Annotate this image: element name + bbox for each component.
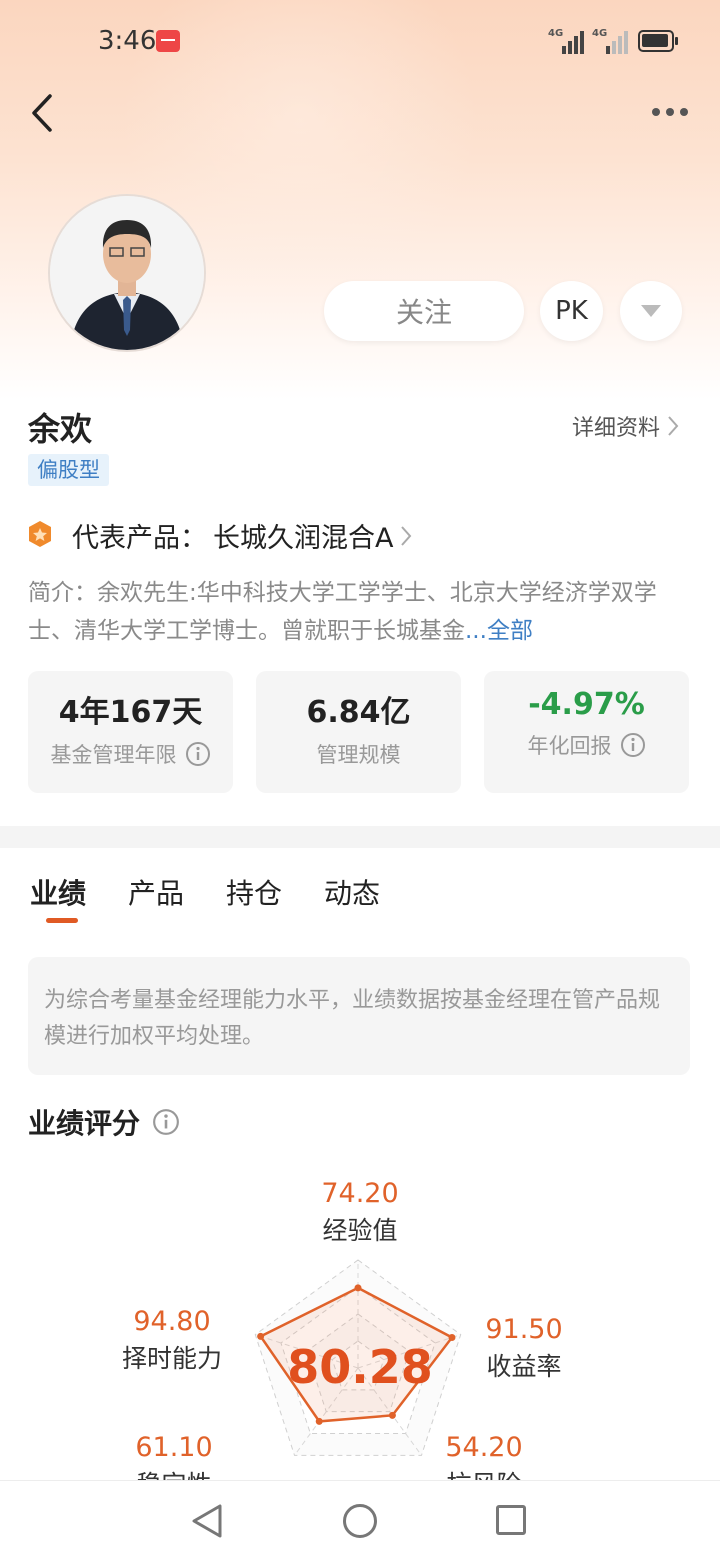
radar-name: 收益率 xyxy=(486,1352,562,1381)
total-score: 80.28 xyxy=(287,1340,433,1394)
tab-bar: 业绩 产品 持仓 动态 xyxy=(30,872,380,912)
tab-products[interactable]: 产品 xyxy=(128,872,184,912)
nav-home-icon[interactable] xyxy=(343,1504,377,1538)
status-time: 3:46 xyxy=(98,26,157,56)
radar-name: 抗风险 xyxy=(414,1465,554,1480)
chevron-right-icon xyxy=(401,525,412,546)
active-tab-indicator xyxy=(46,918,78,923)
signal-icon-2: 4G xyxy=(592,28,628,54)
intro-body: 简介：余欢先生:华中科技大学工学学士、北京大学经济学双学士、清华大学工学博士。曾… xyxy=(28,580,657,644)
battery-icon xyxy=(638,30,678,52)
radar-value: 54.20 xyxy=(445,1432,523,1463)
more-icon[interactable] xyxy=(650,102,690,122)
stat-card-tenure: 4年167天 基金管理年限 xyxy=(28,671,233,793)
intro-ellipsis: ... xyxy=(465,618,487,644)
detail-link-label: 详细资料 xyxy=(572,416,661,441)
radar-value: 74.20 xyxy=(321,1178,399,1209)
stat-card-return: -4.97% 年化回报 xyxy=(484,671,689,793)
stat-label: 管理规模 xyxy=(316,743,401,767)
medal-icon xyxy=(28,520,52,548)
score-title-label: 业绩评分 xyxy=(28,1107,141,1140)
representative-product-name: 长城久润混合A xyxy=(213,523,394,554)
radar-point xyxy=(315,1417,323,1425)
radar-value: 91.50 xyxy=(485,1314,563,1345)
score-title: 业绩评分 xyxy=(28,1102,180,1142)
radar-name: 稳定性 xyxy=(104,1465,244,1480)
tab-news[interactable]: 动态 xyxy=(324,872,380,912)
fund-type-tag: 偏股型 xyxy=(28,454,109,486)
radar-label-timing: 94.80 择时能力 xyxy=(102,1306,242,1375)
info-icon[interactable] xyxy=(620,732,646,758)
back-icon[interactable] xyxy=(28,92,58,134)
radar-point xyxy=(257,1332,265,1340)
stat-label: 基金管理年限 xyxy=(50,743,177,767)
radar-label-return: 91.50 收益率 xyxy=(454,1314,594,1383)
signal-icon: 4G xyxy=(548,28,584,54)
section-divider xyxy=(0,826,720,848)
radar-label-stability: 61.10 稳定性 xyxy=(104,1432,244,1480)
follow-button[interactable]: 关注 xyxy=(324,281,524,341)
intro-text: 简介：余欢先生:华中科技大学工学学士、北京大学经济学双学士、清华大学工学博士。曾… xyxy=(28,574,692,650)
representative-product[interactable]: 代表产品： 长城久润混合A xyxy=(72,516,413,555)
dropdown-button[interactable] xyxy=(620,281,682,341)
avatar xyxy=(48,194,206,352)
system-nav-bar xyxy=(0,1480,720,1560)
representative-prefix: 代表产品： xyxy=(72,523,207,554)
stat-card-scale: 6.84亿 管理规模 xyxy=(256,671,461,793)
pk-button[interactable]: PK xyxy=(540,281,603,341)
stat-value: 6.84亿 xyxy=(306,695,411,730)
radar-name: 择时能力 xyxy=(121,1344,222,1373)
chevron-down-icon xyxy=(641,305,661,317)
info-icon[interactable] xyxy=(152,1108,180,1136)
detail-link[interactable]: 详细资料 xyxy=(572,410,680,442)
notice-box: 为综合考量基金经理能力水平，业绩数据按基金经理在管产品规模进行加权平均处理。 xyxy=(28,957,690,1075)
manager-name: 余欢 xyxy=(28,410,93,448)
radar-point xyxy=(388,1411,396,1419)
radar-label-risk: 54.20 抗风险 xyxy=(414,1432,554,1480)
radar-value: 94.80 xyxy=(133,1306,211,1337)
radar-name: 经验值 xyxy=(322,1216,398,1245)
stat-label: 年化回报 xyxy=(527,734,612,758)
radar-point xyxy=(354,1284,362,1292)
intro-more-link[interactable]: 全部 xyxy=(487,618,533,644)
tab-performance[interactable]: 业绩 xyxy=(30,872,86,912)
nav-recent-icon[interactable] xyxy=(496,1505,526,1535)
radar-value: 61.10 xyxy=(135,1432,213,1463)
score-radar: 74.20 经验值 91.50 收益率 54.20 抗风险 61.10 稳定性 … xyxy=(0,1170,720,1480)
app-notification-icon xyxy=(156,30,180,52)
stat-value: 4年167天 xyxy=(58,695,203,730)
tab-holdings[interactable]: 持仓 xyxy=(226,872,282,912)
nav-back-icon[interactable] xyxy=(190,1502,224,1540)
stat-value: -4.97% xyxy=(528,687,645,722)
info-icon[interactable] xyxy=(185,741,211,767)
radar-label-experience: 74.20 经验值 xyxy=(290,1178,430,1247)
chevron-right-icon xyxy=(668,416,679,436)
